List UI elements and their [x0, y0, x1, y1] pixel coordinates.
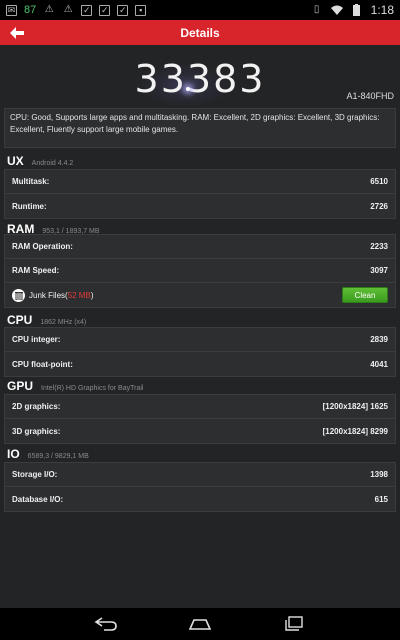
row-value: 3097 [370, 266, 388, 275]
back-icon [94, 617, 117, 631]
device-model: A1-840FHD [346, 91, 394, 101]
row-label: CPU integer: [12, 335, 61, 344]
junk-files-size: 52 MB [67, 290, 91, 300]
result-row: 3D graphics: [1200x1824] 8299 [5, 419, 395, 443]
row-label: Multitask: [12, 177, 50, 186]
section-header-ux: UX Android 4.4.2 [0, 150, 400, 170]
row-value: 2839 [370, 335, 388, 344]
image-icon: ▪ [135, 4, 147, 16]
vibrate-icon: ▯ [313, 4, 320, 15]
nav-home-button[interactable] [185, 614, 215, 634]
result-row: 2D graphics: [1200x1824] 1625 [5, 395, 395, 419]
section-subtitle: 6589,3 / 9829,1 MB [27, 453, 89, 460]
trash-icon [12, 288, 25, 302]
row-label: RAM Operation: [12, 242, 73, 251]
row-label: CPU float-point: [12, 359, 73, 369]
row-value: 2233 [370, 242, 388, 251]
row-value: 4041 [370, 359, 388, 369]
row-value: [1200x1824] 1625 [322, 402, 388, 411]
notification-count: 87 [24, 4, 37, 16]
io-card: Storage I/O: 1398 Database I/O: 615 [4, 462, 396, 512]
row-value: [1200x1824] 8299 [322, 426, 388, 436]
result-row: CPU integer: 2839 [5, 328, 395, 352]
section-header-cpu: CPU 1862 MHz (x4) [0, 309, 400, 329]
section-title: GPU [7, 379, 34, 393]
total-score: 33383 [134, 57, 266, 101]
ram-card: RAM Operation: 2233 RAM Speed: 3097 Junk… [4, 234, 396, 308]
checkbox-icon: ✓ [117, 4, 129, 16]
result-row: RAM Operation: 2233 [5, 235, 395, 259]
warning-icon: ⚠ [63, 4, 73, 15]
score-panel: 33383 A1-840FHD [0, 45, 400, 107]
section-subtitle: 1862 MHz (x4) [40, 319, 87, 326]
page-title: Details [180, 25, 220, 40]
summary-text: CPU: Good, Supports large apps and multi… [4, 108, 396, 148]
ux-card: Multitask: 6510 Runtime: 2726 [4, 169, 396, 219]
status-bar: ✉ 87 ⚠ ⚠ ✓ ✓ ✓ ▪ ▯ 1:18 [0, 0, 400, 20]
junk-files-label: Junk Files( [29, 290, 68, 300]
clean-button[interactable]: Clean [342, 287, 388, 303]
sparkle-decoration [186, 87, 190, 91]
recents-icon [285, 616, 303, 631]
app-header: Details [0, 20, 400, 45]
home-icon [188, 619, 212, 630]
nav-back-button[interactable] [91, 614, 121, 634]
result-row: Runtime: 2726 [5, 194, 395, 218]
notification-icon: ✉ [6, 4, 17, 16]
screen: ✉ 87 ⚠ ⚠ ✓ ✓ ✓ ▪ ▯ 1:18 Details 33383 A1… [0, 0, 400, 640]
row-label: 3D graphics: [12, 426, 61, 436]
checkbox-icon: ✓ [99, 4, 111, 16]
result-row: Database I/O: 615 [5, 487, 395, 511]
section-title: UX [7, 154, 24, 168]
result-row: RAM Speed: 3097 [5, 259, 395, 283]
row-label: Storage I/O: [12, 470, 58, 479]
row-value: 1398 [370, 470, 388, 479]
clock: 1:18 [370, 3, 394, 17]
battery-icon [351, 4, 363, 16]
wifi-icon [330, 4, 343, 16]
row-label: 2D graphics: [12, 402, 61, 411]
section-subtitle: Android 4.4.2 [31, 160, 74, 167]
back-button[interactable] [0, 20, 34, 45]
row-value: 6510 [370, 177, 388, 186]
section-title: CPU [7, 313, 33, 327]
navigation-bar [0, 608, 400, 640]
section-header-gpu: GPU Intel(R) HD Graphics for BayTrail [0, 375, 400, 395]
result-row: Multitask: 6510 [5, 170, 395, 194]
checkbox-icon: ✓ [81, 4, 93, 16]
junk-files-row: Junk Files(52 MB) Clean [5, 283, 395, 307]
warning-icon: ⚠ [44, 4, 54, 15]
gpu-card: 2D graphics: [1200x1824] 1625 3D graphic… [4, 394, 396, 444]
junk-files-paren: ) [90, 290, 94, 300]
row-value: 615 [374, 494, 388, 504]
back-arrow-icon [10, 26, 24, 39]
result-row: Storage I/O: 1398 [5, 463, 395, 487]
section-subtitle: Intel(R) HD Graphics for BayTrail [41, 385, 144, 392]
row-label: Database I/O: [12, 494, 64, 504]
result-row: CPU float-point: 4041 [5, 352, 395, 376]
row-value: 2726 [370, 201, 388, 211]
row-label: Runtime: [12, 201, 47, 211]
section-title: IO [7, 447, 20, 461]
nav-recents-button[interactable] [279, 614, 309, 634]
row-label: RAM Speed: [12, 266, 60, 275]
cpu-card: CPU integer: 2839 CPU float-point: 4041 [4, 327, 396, 377]
section-header-io: IO 6589,3 / 9829,1 MB [0, 443, 400, 463]
